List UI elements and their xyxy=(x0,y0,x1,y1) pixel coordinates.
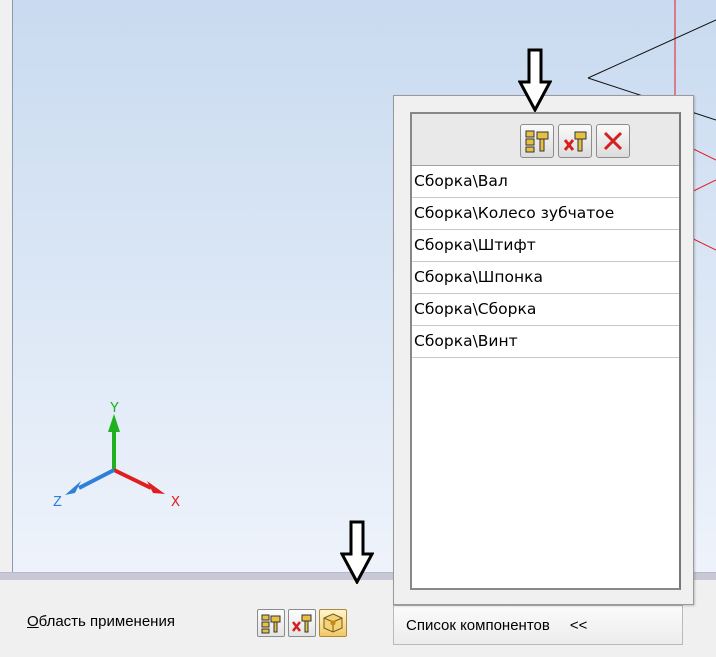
component-list-toolbar xyxy=(412,114,679,166)
popup-delete-button[interactable] xyxy=(596,124,630,158)
list-item[interactable]: Сборка\Штифт xyxy=(412,230,679,262)
component-list: Сборка\Вал Сборка\Колесо зубчатое Сборка… xyxy=(412,166,679,358)
z-axis-label: Z xyxy=(53,494,62,511)
popup-select-components-button[interactable] xyxy=(520,124,554,158)
left-panel-edge xyxy=(0,0,13,580)
pointer-arrow-icon xyxy=(518,48,552,112)
component-list-button[interactable]: Список компонентов << xyxy=(393,605,683,645)
area-label-text: бласть применения xyxy=(38,613,175,630)
list-item[interactable]: Сборка\Вал xyxy=(412,166,679,198)
delete-icon xyxy=(603,131,623,151)
exclude-components-icon xyxy=(292,614,312,633)
list-item[interactable]: Сборка\Шпонка xyxy=(412,262,679,294)
select-components-icon xyxy=(261,614,281,634)
collapse-chevron: << xyxy=(569,616,588,634)
component-list-label: Список компонентов xyxy=(406,616,550,634)
list-item[interactable]: Сборка\Сборка xyxy=(412,294,679,326)
area-label-mnemonic: О xyxy=(27,613,39,630)
x-axis-label: X xyxy=(171,494,180,511)
component-list-panel: Сборка\Вал Сборка\Колесо зубчатое Сборка… xyxy=(410,112,681,590)
exclude-components-icon xyxy=(563,131,587,152)
component-list-popup: Сборка\Вал Сборка\Колесо зубчатое Сборка… xyxy=(393,95,694,605)
y-axis-label: Y xyxy=(110,400,119,417)
select-components-icon xyxy=(525,130,549,153)
application-area-label: Область применения xyxy=(27,613,175,630)
axis-triad: Y X Z xyxy=(53,400,180,511)
component-cube-icon xyxy=(323,613,343,633)
component-list-toggle-button[interactable] xyxy=(319,609,347,637)
select-components-button[interactable] xyxy=(257,609,285,637)
list-item[interactable]: Сборка\Колесо зубчатое xyxy=(412,198,679,230)
exclude-components-button[interactable] xyxy=(288,609,316,637)
list-item[interactable]: Сборка\Винт xyxy=(412,326,679,358)
pointer-arrow-icon xyxy=(340,520,374,584)
popup-exclude-components-button[interactable] xyxy=(558,124,592,158)
